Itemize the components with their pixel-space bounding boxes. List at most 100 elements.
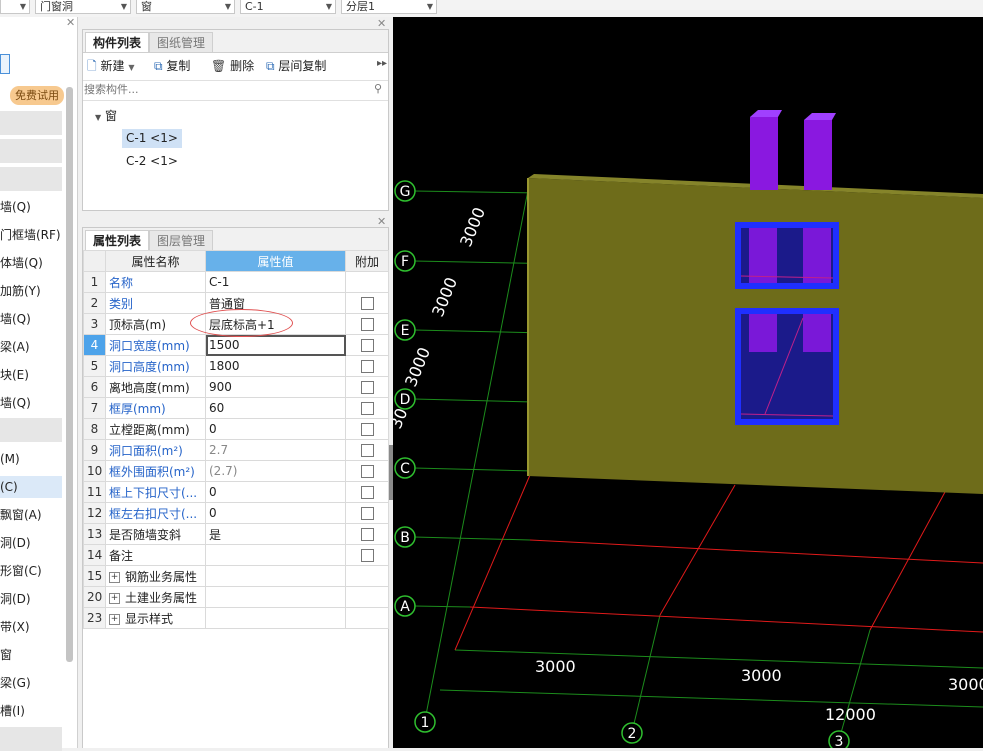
tab-component-list[interactable]: 构件列表 (85, 32, 150, 52)
list-item[interactable]: 形窗(C) (0, 560, 62, 582)
property-name[interactable]: 洞口面积(m²) (105, 439, 206, 461)
close-icon[interactable]: ✕ (377, 17, 386, 30)
list-item[interactable]: 飘窗(A) (0, 504, 62, 526)
table-row[interactable]: 15 + 钢筋业务属性 (83, 565, 389, 587)
extra-checkbox[interactable] (360, 402, 374, 415)
property-name[interactable]: 名称 (105, 271, 206, 293)
table-row[interactable]: 12 框左右扣尺寸(... 0 (83, 502, 389, 524)
list-item[interactable]: 墙(Q) (0, 308, 62, 330)
column-shape[interactable] (750, 117, 778, 190)
category-row[interactable] (0, 139, 62, 163)
property-name[interactable]: 是否随墙变斜 (105, 523, 206, 545)
property-value[interactable] (205, 586, 346, 608)
property-name[interactable]: 框外围面积(m²) (105, 460, 206, 482)
element-combo[interactable]: C-1 ▼ (240, 0, 336, 14)
list-item[interactable]: 体墙(Q) (0, 252, 62, 274)
tree-node-window[interactable]: ▼ 窗 (95, 107, 117, 124)
extra-checkbox[interactable] (360, 465, 374, 478)
table-row[interactable]: 10 框外围面积(m²) (2.7) (83, 460, 389, 482)
extra-checkbox[interactable] (360, 381, 374, 394)
expand-plus-icon[interactable]: + (109, 613, 120, 625)
property-name[interactable]: 备注 (105, 544, 206, 566)
close-icon[interactable]: ✕ (66, 16, 75, 29)
category-row[interactable] (0, 111, 62, 135)
list-item[interactable]: 块(E) (0, 364, 62, 386)
toggle-icon[interactable] (0, 54, 10, 74)
list-item[interactable]: 梁(G) (0, 672, 62, 694)
search-icon[interactable]: ⚲ (374, 82, 382, 95)
list-item[interactable]: 洞(D) (0, 588, 62, 610)
search-input[interactable] (84, 82, 364, 97)
property-value[interactable]: 0 (205, 418, 346, 440)
delete-button[interactable]: 🗑 删除 (211, 57, 254, 75)
property-name[interactable]: 框左右扣尺寸(... (105, 502, 206, 524)
extra-checkbox[interactable] (360, 444, 374, 457)
table-row[interactable]: 8 立樘距离(mm) 0 (83, 418, 389, 440)
floor-copy-button[interactable]: ⧉ 层间复制 (266, 57, 326, 75)
tree-item-c2[interactable]: C-2 <1> (122, 152, 182, 171)
group-row-label[interactable]: + 土建业务属性 (105, 586, 206, 608)
list-item[interactable]: 墙(Q) (0, 392, 62, 414)
list-item[interactable]: 墙(Q) (0, 196, 62, 218)
table-row[interactable]: 20 + 土建业务属性 (83, 586, 389, 608)
table-row[interactable]: 7 框厚(mm) 60 (83, 397, 389, 419)
category-row[interactable] (0, 167, 62, 191)
list-item[interactable]: (M) (0, 448, 62, 470)
table-row[interactable]: 14 备注 (83, 544, 389, 566)
tab-drawing-management[interactable]: 图纸管理 (149, 32, 214, 52)
property-name[interactable]: 顶标高(m) (105, 313, 206, 335)
property-value[interactable]: 1800 (205, 355, 346, 377)
free-trial-badge[interactable]: 免费试用 (10, 86, 64, 105)
list-item[interactable]: 窗 (0, 644, 62, 666)
extra-checkbox[interactable] (360, 318, 374, 331)
property-name[interactable]: 框厚(mm) (105, 397, 206, 419)
column-shape[interactable] (804, 120, 832, 190)
list-item[interactable]: 带(X) (0, 616, 62, 638)
expand-plus-icon[interactable]: + (109, 592, 120, 604)
list-item[interactable]: 门框墙(RF) (0, 224, 62, 246)
extra-checkbox[interactable] (360, 339, 374, 352)
property-name[interactable]: 洞口高度(mm) (105, 355, 206, 377)
table-row[interactable]: 13 是否随墙变斜是 (83, 523, 389, 545)
extra-checkbox[interactable] (360, 549, 374, 562)
property-name[interactable]: 类别 (105, 292, 206, 314)
table-row[interactable]: 6 离地高度(mm) 900 (83, 376, 389, 398)
property-name[interactable]: 离地高度(mm) (105, 376, 206, 398)
new-button[interactable]: 🗋 新建 ▼ (87, 57, 134, 75)
group-row-label[interactable]: + 显示样式 (105, 607, 206, 629)
property-name[interactable]: 洞口宽度(mm) (105, 334, 206, 356)
table-row[interactable]: 23 + 显示样式 (83, 607, 389, 629)
table-row[interactable]: 2 类别 普通窗 (83, 292, 389, 314)
tree-item-c1[interactable]: C-1 <1> (122, 129, 182, 148)
category-combo[interactable]: 门窗洞 ▼ (35, 0, 131, 14)
table-row[interactable]: 4 洞口宽度(mm) 1500 (83, 334, 389, 356)
more-icon[interactable]: ▸▸ (377, 58, 387, 69)
extra-checkbox[interactable] (360, 486, 374, 499)
property-value[interactable]: 普通窗 (205, 292, 346, 314)
table-row[interactable]: 3 顶标高(m) 层底标高+1 (83, 313, 389, 335)
property-value[interactable] (205, 607, 346, 629)
expand-arrow-icon[interactable]: ▼ (95, 113, 101, 122)
property-name[interactable]: 立樘距离(mm) (105, 418, 206, 440)
list-item[interactable]: 槽(I) (0, 700, 62, 722)
category-row[interactable] (0, 727, 62, 751)
property-value[interactable]: 层底标高+1 (205, 313, 346, 335)
property-value[interactable]: 0 (205, 502, 346, 524)
list-item[interactable]: 梁(A) (0, 336, 62, 358)
property-value[interactable]: 0 (205, 481, 346, 503)
property-value[interactable]: 60 (205, 397, 346, 419)
property-value[interactable]: C-1 (205, 271, 346, 293)
property-value[interactable]: 900 (205, 376, 346, 398)
list-item[interactable]: 洞(D) (0, 532, 62, 554)
floor-combo[interactable]: 分层1 ▼ (341, 0, 437, 14)
property-value[interactable] (205, 544, 346, 566)
type-combo[interactable]: ▼ (0, 0, 30, 14)
copy-button[interactable]: ⧉ 复制 (154, 57, 190, 75)
category-row[interactable] (0, 418, 62, 442)
extra-checkbox[interactable] (360, 507, 374, 520)
property-value[interactable] (205, 565, 346, 587)
property-value[interactable]: 2.7 (205, 439, 346, 461)
table-row[interactable]: 5 洞口高度(mm) 1800 (83, 355, 389, 377)
3d-scene[interactable]: G F E D C B A 1 2 3 3000 3000 3000 3000 … (393, 17, 983, 748)
property-value[interactable]: 1500 (205, 334, 346, 356)
